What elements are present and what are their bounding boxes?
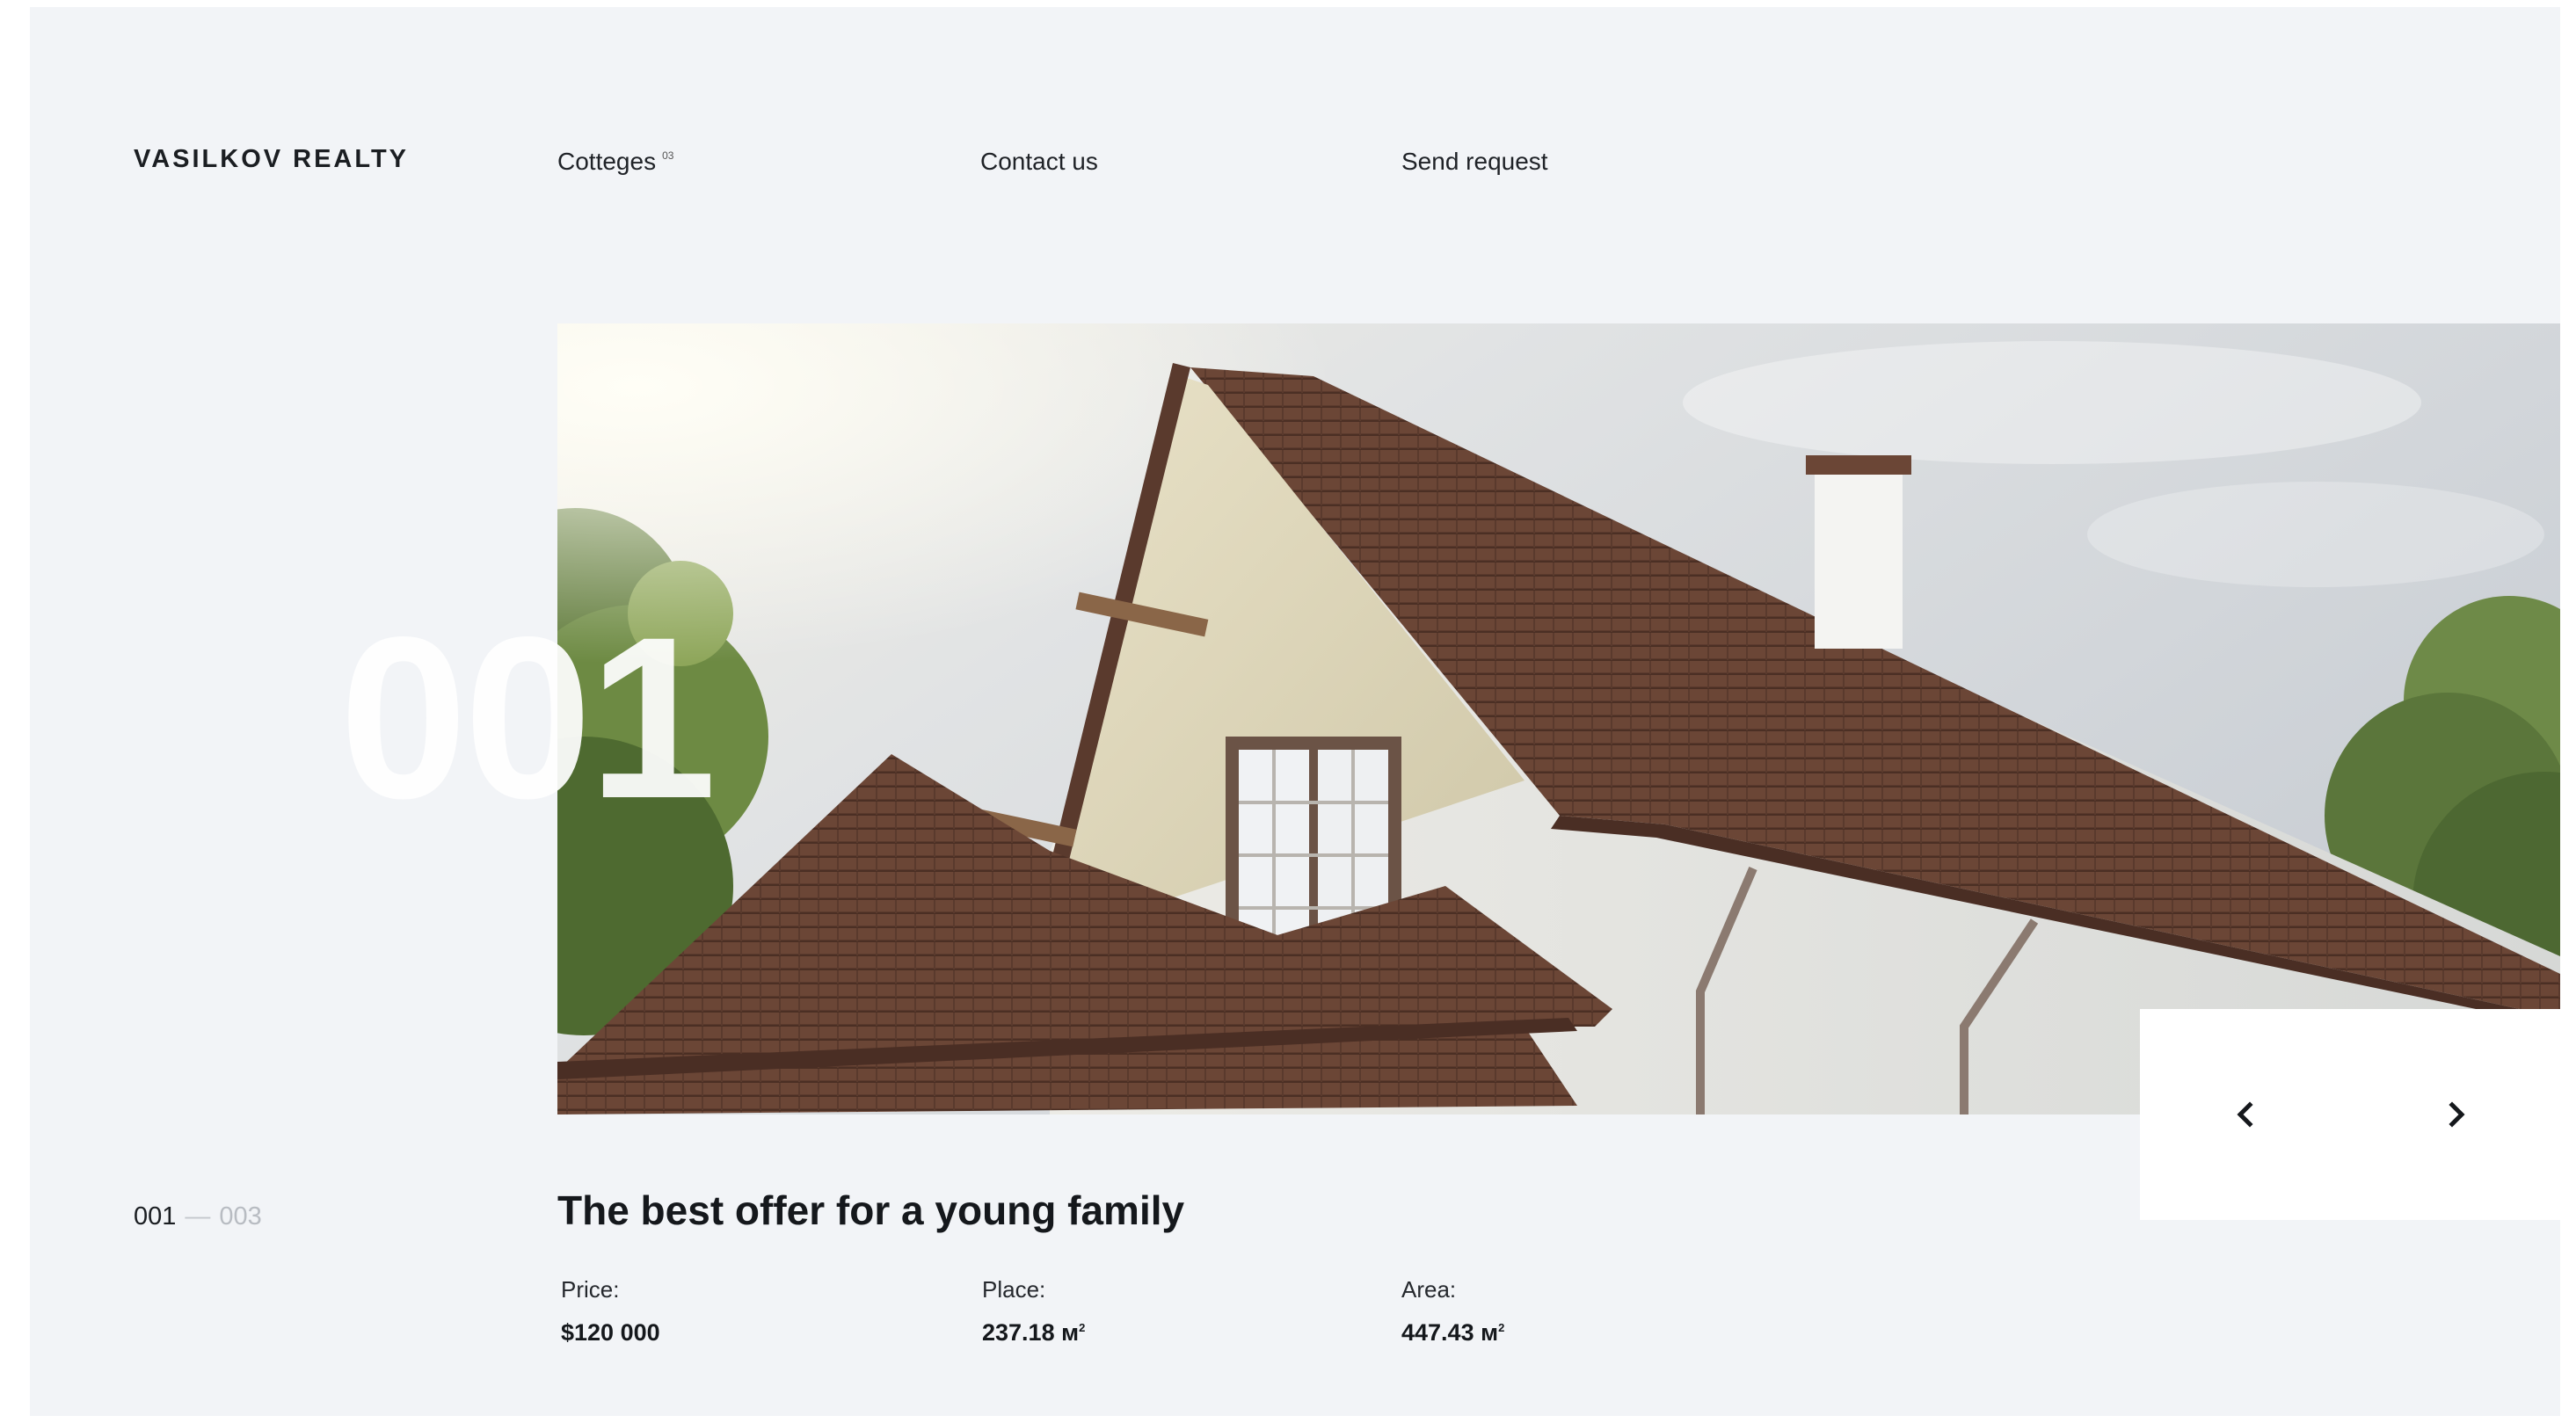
nav-item-contact-us[interactable]: Contact us xyxy=(980,148,1098,176)
hero-image xyxy=(557,323,2560,1114)
spec-place-unit-sup: 2 xyxy=(1079,1321,1086,1334)
slide-counter-separator: — xyxy=(185,1202,211,1231)
chevron-right-icon xyxy=(2449,1101,2465,1128)
nav-item-cotteges[interactable]: Cotteges 03 xyxy=(557,148,673,176)
prev-slide-button[interactable] xyxy=(2219,1088,2272,1141)
nav-item-count-badge: 03 xyxy=(662,149,674,162)
spec-price: Price: $120 000 xyxy=(561,1276,660,1347)
spec-area-label: Area: xyxy=(1401,1276,1457,1303)
brand-logo[interactable]: VASILKOV REALTY xyxy=(134,145,409,174)
spec-place-label: Place: xyxy=(982,1276,1046,1303)
spec-place: Place: 237.18 м2 xyxy=(982,1276,1085,1347)
spec-place-value: 237.18 м xyxy=(982,1319,1080,1346)
spec-place-value-wrap: 237.18 м2 xyxy=(982,1319,1085,1347)
spec-area-value-wrap: 447.43 м2 xyxy=(1401,1319,1504,1347)
slide-title: The best offer for a young family xyxy=(557,1187,1185,1233)
nav-item-label: Cotteges xyxy=(557,148,657,175)
slide-current: 001 xyxy=(134,1202,177,1231)
spec-price-label: Price: xyxy=(561,1276,620,1303)
house-illustration xyxy=(557,323,2560,1114)
slide-counter: 001 — 003 xyxy=(134,1202,262,1231)
spec-area-value: 447.43 м xyxy=(1401,1319,1499,1346)
spec-area: Area: 447.43 м2 xyxy=(1401,1276,1504,1347)
slide-big-number: 001 xyxy=(339,589,717,846)
chevron-left-icon xyxy=(2237,1101,2253,1128)
page-background: VASILKOV REALTY Cotteges 03 Contact us Se… xyxy=(30,7,2560,1416)
nav-item-send-request[interactable]: Send request xyxy=(1401,148,1548,176)
spec-area-unit-sup: 2 xyxy=(1498,1321,1505,1334)
slide-total: 003 xyxy=(219,1202,262,1231)
spec-price-value: $120 000 xyxy=(561,1319,660,1346)
next-slide-button[interactable] xyxy=(2430,1088,2483,1141)
slider-controls xyxy=(2140,1009,2560,1220)
